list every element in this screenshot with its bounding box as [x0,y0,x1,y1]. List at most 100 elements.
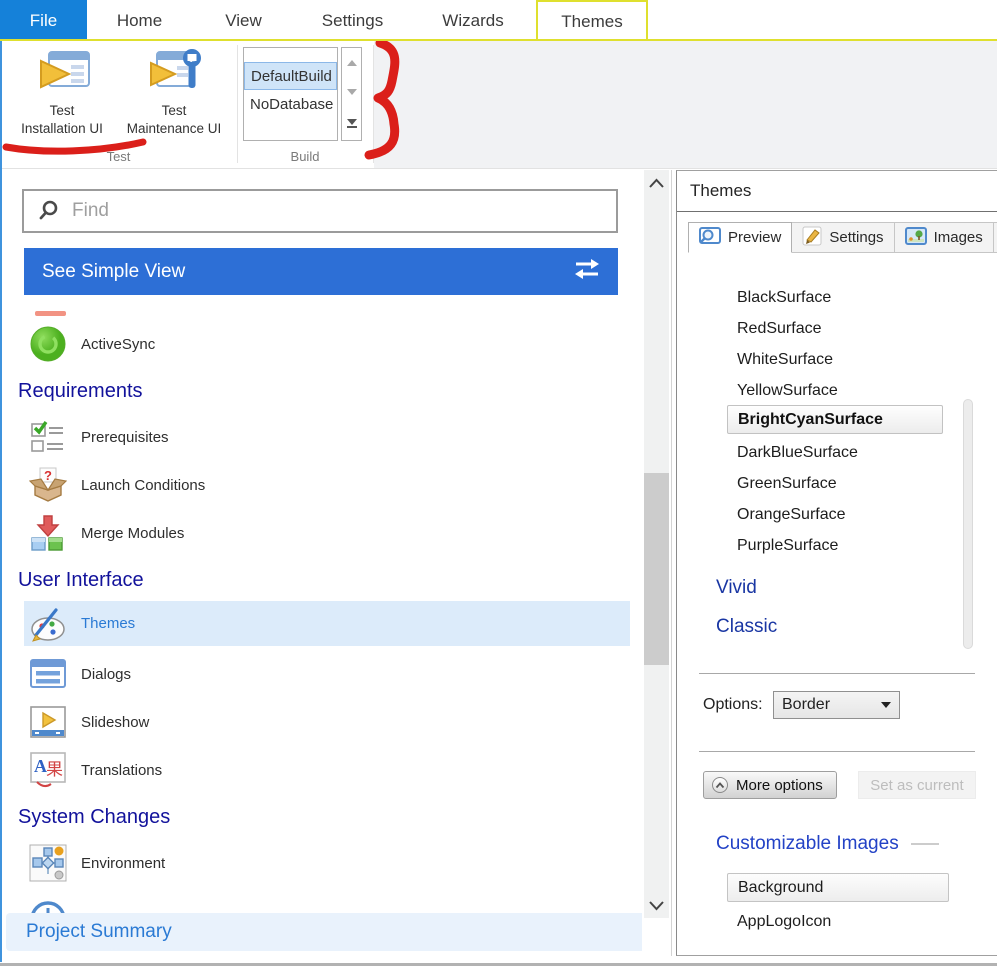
theme-option-greensurface[interactable]: GreenSurface [737,469,837,499]
more-options-button[interactable]: More options [703,771,837,799]
button-label-line1: Test [50,102,75,120]
scroll-up-icon[interactable] [648,176,665,194]
tree-item-translations[interactable]: A 果 Translations [2,746,630,794]
tree-item-slideshow[interactable]: Slideshow [2,698,630,746]
tab-images[interactable]: Images [895,222,994,253]
tree-item-prerequisites[interactable]: Prerequisites [2,413,630,461]
tree-header-user-interface: User Interface [18,565,144,595]
tree-item-label: ActiveSync [81,336,155,353]
group-separator [237,45,238,163]
button-label-line1: Test [162,102,187,120]
tree-scrollbar-thumb[interactable] [644,473,669,665]
tab-label: Preview [728,229,781,246]
customizable-images-title: Customizable Images [716,833,899,855]
tree-item-merge-modules[interactable]: Merge Modules [2,509,630,557]
options-dropdown-value: Border [782,696,830,714]
theme-group-classic[interactable]: Classic [716,612,777,642]
left-blue-border [0,41,2,962]
themes-properties-panel: Themes Preview [676,170,997,956]
svg-text:果: 果 [46,760,63,779]
tab-view[interactable]: View [192,0,295,41]
tab-settings[interactable]: Settings [295,0,410,41]
slideshow-icon [28,701,68,743]
tree-item-label: Prerequisites [81,429,169,446]
theme-option-purplesurface[interactable]: PurpleSurface [737,531,838,561]
tab-preview[interactable]: Preview [688,222,792,253]
tree-item-label: Translations [81,762,162,779]
theme-option-whitesurface[interactable]: WhiteSurface [737,345,833,375]
theme-group-vivid[interactable]: Vivid [716,573,757,603]
customizable-image-applogoicon[interactable]: AppLogoIcon [737,911,831,933]
theme-option-brightcyansurface[interactable]: BrightCyanSurface [727,405,943,434]
tree-item-environment[interactable]: Environment [2,839,630,887]
find-box[interactable] [22,189,618,233]
test-maintenance-ui-icon [145,49,203,102]
build-item-defaultbuild[interactable]: DefaultBuild [244,62,337,90]
theme-option-blacksurface[interactable]: BlackSurface [737,283,831,313]
ribbon: Test Installation UI Test Maintenance UI [0,41,997,169]
image-icon [905,227,927,249]
tab-settings-theme[interactable]: Settings [792,222,894,253]
section-divider [699,673,975,674]
tab-wizards[interactable]: Wizards [410,0,536,41]
activesync-icon [28,323,68,365]
see-simple-view-banner[interactable]: See Simple View [24,248,618,295]
ribbon-empty-area [374,41,997,168]
test-maintenance-ui-button[interactable]: Test Maintenance UI [116,49,232,138]
tree-item-launch-conditions[interactable]: ? Launch Conditions [2,461,630,509]
launch-conditions-icon: ? [28,464,68,506]
translations-icon: A 果 [28,749,68,791]
themes-tab-bar: Preview Settings [688,222,997,253]
test-installation-ui-icon [33,49,91,102]
tab-themes[interactable]: Themes [536,0,648,41]
tab-label: Settings [829,229,883,246]
theme-option-yellowsurface[interactable]: YellowSurface [737,376,838,406]
build-group-label: Build [237,149,373,164]
dialogs-icon [28,653,68,695]
spin-up-icon[interactable] [347,60,357,66]
button-label-line2: Maintenance UI [127,120,222,138]
test-group-label: Test [0,149,237,164]
theme-list-scrollbar-thumb[interactable] [963,399,973,649]
tree-item-dialogs[interactable]: Dialogs [2,650,630,698]
project-summary-bar[interactable]: Project Summary [6,913,642,951]
tree-item-themes[interactable]: Themes [24,601,630,646]
spin-last-icon[interactable] [347,119,357,128]
tree-scrollbar[interactable] [644,170,669,918]
header-dash [911,843,939,845]
ribbon-highlight-line [0,39,997,41]
environment-icon [28,842,68,884]
pencil-icon [802,226,822,250]
find-input[interactable] [72,200,616,222]
spin-down-icon[interactable] [347,89,357,95]
customizable-image-background[interactable]: Background [727,873,949,902]
application-window: File Home View Settings Wizards Themes T [0,0,997,967]
test-installation-ui-button[interactable]: Test Installation UI [4,49,120,138]
project-tree-panel: See Simple View ActiveSync [2,170,642,960]
options-dropdown[interactable]: Border [773,691,900,719]
scroll-down-icon[interactable] [648,898,665,916]
theme-option-orangesurface[interactable]: OrangeSurface [737,500,846,530]
panel-title: Themes [690,181,751,201]
customizable-images-header: Customizable Images [716,831,939,857]
build-item-nodatabase[interactable]: NoDatabase [244,90,337,118]
build-configuration-list[interactable]: DefaultBuild NoDatabase [243,47,338,141]
tree-item-activesync[interactable]: ActiveSync [2,320,630,368]
tab-label: Images [934,229,983,246]
project-summary-label: Project Summary [26,921,172,943]
banner-label: See Simple View [42,261,185,283]
tab-home[interactable]: Home [87,0,192,41]
themes-icon [28,603,68,645]
theme-option-darkbluesurface[interactable]: DarkBlueSurface [737,438,858,468]
theme-option-redsurface[interactable]: RedSurface [737,314,822,344]
tree-item-label: Slideshow [81,714,149,731]
set-as-current-button[interactable]: Set as current [858,771,976,799]
build-list-spinner[interactable] [341,47,362,141]
search-icon [36,198,62,224]
tree-header-requirements: Requirements [18,376,143,406]
tab-file[interactable]: File [0,0,87,41]
switch-view-icon [572,257,602,286]
button-label-line2: Installation UI [21,120,103,138]
tree-item-label: Environment [81,855,165,872]
section-divider [699,751,975,752]
